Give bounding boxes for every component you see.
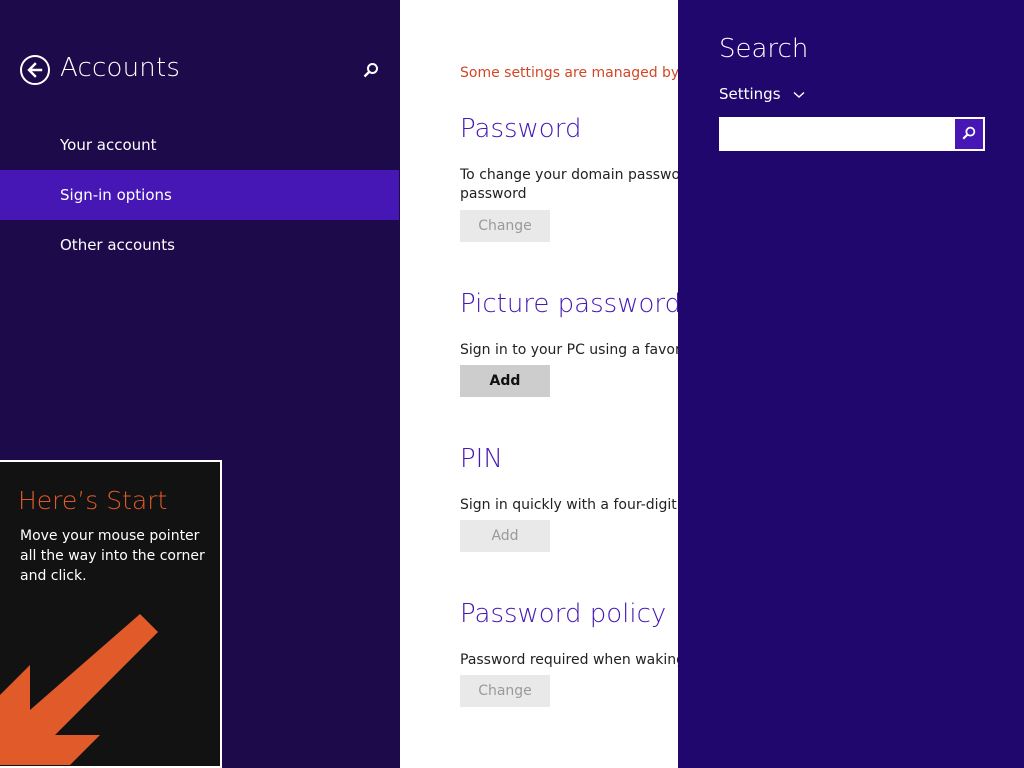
pin-description: Sign in quickly with a four-digit nur xyxy=(460,497,678,513)
start-tip: Here’s Start Move your mouse pointer all… xyxy=(0,460,222,768)
password-description-line2: password xyxy=(460,186,527,202)
search-icon xyxy=(962,126,976,140)
corner-arrow-icon xyxy=(0,614,158,765)
search-box xyxy=(719,117,985,151)
search-scope-label: Settings xyxy=(719,85,781,103)
change-password-policy-button[interactable]: Change xyxy=(460,675,550,707)
back-arrow-icon xyxy=(27,62,43,78)
back-button[interactable] xyxy=(20,55,50,85)
nav-item-other-accounts[interactable]: Other accounts xyxy=(0,220,399,270)
search-input[interactable] xyxy=(721,119,955,149)
password-title: Password xyxy=(460,114,582,144)
search-charm: Search Settings xyxy=(678,0,1024,768)
password-policy-title: Password policy xyxy=(460,599,667,629)
password-policy-description: Password required when waking th xyxy=(460,652,678,668)
add-pin-button[interactable]: Add xyxy=(460,520,550,552)
page-title: Accounts xyxy=(60,53,181,83)
picture-password-description: Sign in to your PC using a favorite xyxy=(460,342,678,358)
password-description: To change your domain password, xyxy=(460,167,678,183)
change-password-button[interactable]: Change xyxy=(460,210,550,242)
nav-item-sign-in-options[interactable]: Sign-in options xyxy=(0,170,399,220)
pin-title: PIN xyxy=(460,444,503,474)
tip-body: Move your mouse pointer all the way into… xyxy=(20,528,205,584)
add-picture-password-button[interactable]: Add xyxy=(460,365,550,397)
search-scope-dropdown[interactable]: Settings xyxy=(719,85,805,103)
settings-content: Some settings are managed by yo Password… xyxy=(400,0,678,768)
managed-notice: Some settings are managed by yo xyxy=(460,65,678,81)
search-button[interactable] xyxy=(955,119,983,149)
charm-title: Search xyxy=(719,34,809,64)
picture-password-title: Picture password xyxy=(460,289,678,319)
search-icon[interactable] xyxy=(362,61,380,79)
chevron-down-icon xyxy=(793,91,805,98)
nav-item-your-account[interactable]: Your account xyxy=(0,120,399,170)
tip-title: Here’s Start xyxy=(18,486,168,515)
